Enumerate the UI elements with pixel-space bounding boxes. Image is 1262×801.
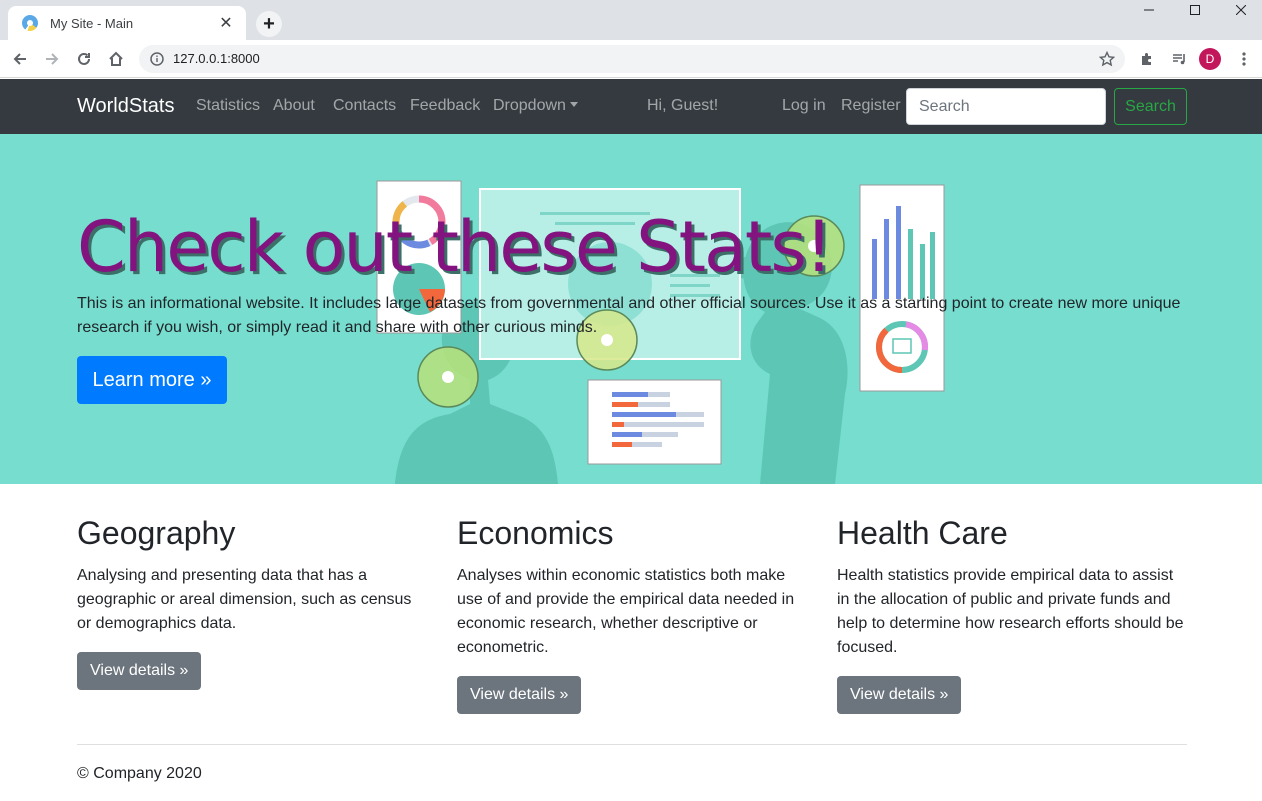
- arrow-left-icon: [13, 53, 26, 65]
- playlist-icon: [1173, 54, 1185, 65]
- caret-down-icon: [569, 102, 578, 107]
- footer-copyright: © Company 2020: [77, 765, 202, 782]
- profile-avatar[interactable]: D: [1199, 48, 1221, 70]
- column-heading: Economics: [457, 515, 614, 551]
- column-text: Health statistics provide empirical data…: [837, 567, 1184, 657]
- reload-button[interactable]: [70, 45, 98, 73]
- browser-menu-button[interactable]: [1230, 45, 1258, 73]
- forward-button[interactable]: [38, 45, 66, 73]
- nav-link-feedback[interactable]: Feedback: [410, 97, 480, 115]
- reload-icon: [78, 52, 90, 65]
- column-economics: Economics Analyses within economic stati…: [457, 514, 809, 715]
- view-details-button[interactable]: View details »: [837, 676, 962, 715]
- close-window-button[interactable]: [1218, 0, 1262, 20]
- more-vertical-icon: [1242, 52, 1246, 66]
- column-heading: Geography: [77, 515, 236, 551]
- hero-title: Check out these Stats!: [77, 206, 833, 288]
- column-text: Analyses within economic statistics both…: [457, 567, 795, 657]
- column-heading: Health Care: [837, 515, 1008, 551]
- search-input[interactable]: [906, 88, 1106, 125]
- nav-link-contacts[interactable]: Contacts: [333, 97, 396, 115]
- nav-link-statistics[interactable]: Statistics: [196, 97, 260, 115]
- column-health-care: Health Care Health statistics provide em…: [837, 514, 1189, 715]
- footer-divider: [77, 744, 1187, 745]
- url-text: 127.0.0.1:8000: [173, 51, 260, 66]
- back-button[interactable]: [6, 45, 34, 73]
- site-brand[interactable]: WorldStats: [77, 95, 174, 118]
- close-tab-icon[interactable]: ✕: [216, 13, 236, 33]
- media-controls-button[interactable]: [1165, 45, 1193, 73]
- site-navbar: WorldStats Statistics About Contacts Fee…: [0, 79, 1262, 134]
- greeting-text: Hi, Guest!: [647, 97, 719, 114]
- arrow-right-icon: [46, 53, 59, 65]
- site-favicon-icon: [22, 15, 38, 31]
- new-tab-button[interactable]: +: [256, 11, 282, 37]
- tab-title: My Site - Main: [50, 15, 134, 31]
- hero-jumbotron: Check out these Stats! This is an inform…: [0, 134, 1262, 484]
- home-button[interactable]: [102, 45, 130, 73]
- address-bar[interactable]: 127.0.0.1:8000: [139, 45, 1125, 73]
- minimize-window-button[interactable]: [1126, 0, 1172, 20]
- view-details-button[interactable]: View details »: [77, 652, 202, 691]
- bookmark-star-icon[interactable]: [1097, 49, 1117, 69]
- extensions-button[interactable]: [1133, 45, 1161, 73]
- learn-more-button[interactable]: Learn more »: [77, 356, 227, 404]
- register-link[interactable]: Register: [841, 97, 901, 115]
- browser-tab[interactable]: My Site - Main ✕: [8, 6, 246, 40]
- column-geography: Geography Analysing and presenting data …: [77, 514, 429, 691]
- maximize-icon: [1190, 5, 1200, 15]
- home-icon: [109, 51, 123, 66]
- maximize-window-button[interactable]: [1172, 0, 1218, 20]
- browser-titlebar: My Site - Main ✕ +: [0, 0, 1262, 40]
- view-details-button[interactable]: View details »: [457, 676, 582, 715]
- browser-toolbar: 127.0.0.1:8000: [0, 40, 1262, 78]
- hero-description: This is an informational website. It inc…: [77, 295, 1181, 336]
- search-button[interactable]: Search: [1114, 88, 1187, 125]
- nav-dropdown[interactable]: Dropdown: [493, 97, 578, 115]
- login-link[interactable]: Log in: [782, 97, 826, 115]
- column-text: Analysing and presenting data that has a…: [77, 567, 412, 633]
- site-info-icon[interactable]: [149, 51, 165, 67]
- minimize-icon: [1144, 9, 1154, 11]
- nav-link-about[interactable]: About: [273, 97, 315, 115]
- close-icon: [1236, 5, 1246, 15]
- nav-dropdown-label: Dropdown: [493, 97, 566, 114]
- puzzle-icon: [1142, 53, 1151, 65]
